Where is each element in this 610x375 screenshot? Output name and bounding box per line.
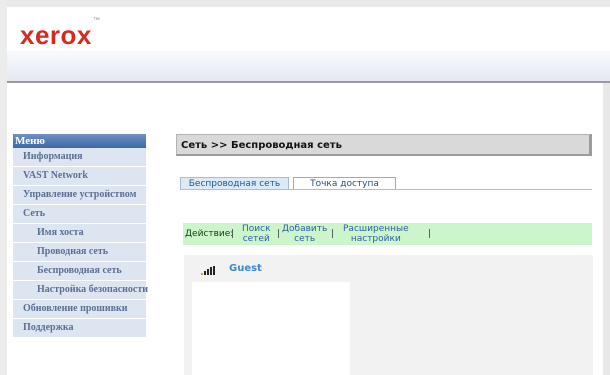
- menu-header: Меню: [13, 134, 146, 148]
- header-band: [7, 51, 610, 83]
- action-label: Действие:: [185, 229, 234, 239]
- sidebar-item-wired-network[interactable]: Проводная сеть: [13, 243, 146, 262]
- add-network-link[interactable]: Добавить сеть: [282, 224, 327, 244]
- sidebar-menu: Меню Информация VAST Network Управление …: [13, 134, 148, 338]
- action-separator: |: [331, 229, 335, 239]
- sidebar-item-hostname[interactable]: Имя хоста: [13, 224, 146, 243]
- network-ssid[interactable]: Guest: [229, 263, 262, 274]
- sidebar-item-vast-network[interactable]: VAST Network: [13, 167, 146, 186]
- sidebar-item-network[interactable]: Сеть: [13, 205, 146, 224]
- action-separator: |: [231, 229, 235, 239]
- xerox-logo: xerox™: [20, 17, 101, 50]
- sidebar-item-security-settings[interactable]: Настройка безопасности: [13, 281, 148, 300]
- window-top-edge: [0, 0, 610, 7]
- sidebar-item-wireless-network[interactable]: Беспроводная сеть: [13, 262, 146, 281]
- sidebar-item-firmware-update[interactable]: Обновление прошивки: [13, 300, 146, 319]
- window-right-edge: [603, 83, 610, 375]
- network-details-area: [192, 282, 350, 375]
- scan-networks-link[interactable]: Поиск сетей: [242, 224, 271, 244]
- action-separator: |: [277, 229, 281, 239]
- window-left-edge: [0, 0, 7, 375]
- action-bar: Действие: | Поиск сетей | Добавить сеть | …: [183, 223, 592, 245]
- sidebar-item-info[interactable]: Информация: [13, 148, 146, 167]
- action-separator: |: [428, 229, 432, 239]
- page-title: Сеть >> Беспроводная сеть: [176, 134, 592, 156]
- sidebar-item-support[interactable]: Поддержка: [13, 319, 146, 338]
- sidebar-item-device-management[interactable]: Управление устройством: [13, 186, 146, 205]
- signal-bars-icon: [201, 265, 216, 275]
- tab-divider: [180, 189, 592, 190]
- advanced-settings-link[interactable]: Расширенные настройки: [343, 224, 409, 244]
